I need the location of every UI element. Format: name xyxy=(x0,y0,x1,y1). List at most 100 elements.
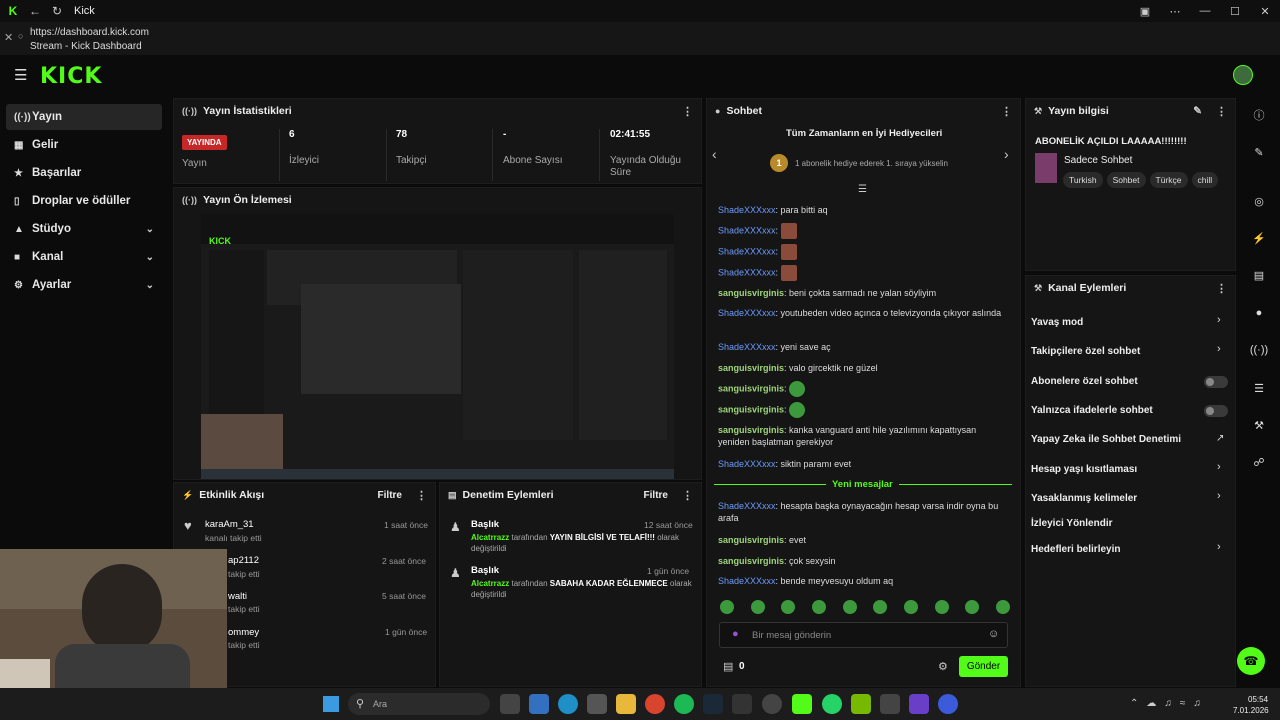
share-icon[interactable]: ☍ xyxy=(1248,451,1270,473)
app-icon[interactable] xyxy=(732,694,752,714)
chat-username[interactable]: sanguisvirginis xyxy=(718,425,784,435)
action-account-age[interactable]: Hesap yaşı kısıtlaması xyxy=(1031,464,1137,475)
subscribers-only-toggle[interactable] xyxy=(1204,376,1228,388)
emotes-only-toggle[interactable] xyxy=(1204,405,1228,417)
chat-username[interactable]: ShadeXXXxxx xyxy=(718,246,776,256)
action-slow-mode[interactable]: Yavaş mod xyxy=(1031,317,1083,328)
chat-username[interactable]: sanguisvirginis xyxy=(718,535,784,545)
url-text[interactable]: https://dashboard.kick.com xyxy=(30,27,149,38)
emote-icon[interactable] xyxy=(781,600,796,614)
store-app-icon[interactable] xyxy=(587,694,607,714)
sidebar-item-yayin[interactable]: ((·)) Yayın xyxy=(6,104,162,130)
external-link-icon[interactable]: ↗ xyxy=(1216,433,1224,444)
filter-button[interactable]: Filtre xyxy=(644,490,668,501)
action-banned-words[interactable]: Yasaklanmış kelimeler xyxy=(1031,493,1137,504)
action-raid[interactable]: İzleyici Yönlendir xyxy=(1031,518,1113,529)
chat-username[interactable]: ShadeXXXxxx xyxy=(718,459,776,469)
more-options-icon[interactable]: ⋮ xyxy=(416,489,427,502)
action-goals[interactable]: Hedefleri belirleyin xyxy=(1031,544,1120,555)
emote-icon[interactable] xyxy=(965,600,980,614)
tag[interactable]: chill xyxy=(1191,172,1219,188)
support-icon[interactable]: ☎ xyxy=(1237,647,1265,675)
send-button[interactable]: Gönder xyxy=(959,656,1008,677)
chevron-right-icon[interactable]: › xyxy=(1217,343,1221,355)
chat-username[interactable]: ShadeXXXxxx xyxy=(718,501,776,511)
chat-username[interactable]: ShadeXXXxxx xyxy=(718,576,776,586)
app-icon[interactable] xyxy=(938,694,958,714)
reload-icon[interactable]: ↻ xyxy=(48,2,66,20)
chat-username[interactable]: sanguisvirginis xyxy=(718,404,784,414)
nvidia-icon[interactable] xyxy=(851,694,871,714)
chrome-icon[interactable] xyxy=(645,694,665,714)
chat-input[interactable]: ● Bir mesaj gönderin ☺ xyxy=(719,622,1008,648)
back-icon[interactable]: ← xyxy=(26,2,44,20)
folder-icon[interactable] xyxy=(616,694,636,714)
close-icon[interactable]: ✕ xyxy=(4,31,13,44)
sidebar-item-ayarlar[interactable]: ⚙ Ayarlar ⌄ xyxy=(6,272,162,298)
chevron-left-icon[interactable]: ‹ xyxy=(712,146,717,162)
activity-name[interactable]: karaAm_31 xyxy=(205,519,254,530)
clock-time[interactable]: 05:54 xyxy=(1248,695,1268,704)
edge-icon[interactable] xyxy=(558,694,578,714)
chat-bubble-icon[interactable]: ● xyxy=(1248,302,1270,324)
tag[interactable]: Türkçe xyxy=(1149,172,1188,188)
action-followers-only[interactable]: Takipçilere özel sohbet xyxy=(1031,346,1140,357)
tag[interactable]: Turkish xyxy=(1063,172,1103,188)
emote-icon[interactable] xyxy=(873,600,888,614)
tag[interactable]: Sohbet xyxy=(1106,172,1146,188)
sidebar-item-studyo[interactable]: ▲ Stüdyo ⌄ xyxy=(6,216,162,242)
taskbar-search[interactable]: ⚲ Ara xyxy=(348,693,490,715)
mod-user[interactable]: Alcatrrazz xyxy=(471,533,509,542)
sidebar-item-droplar[interactable]: ▯ Droplar ve ödüller xyxy=(6,188,162,214)
chevron-right-icon[interactable]: › xyxy=(1217,541,1221,553)
sidebar-item-basarilar[interactable]: ★ Başarılar xyxy=(6,160,162,186)
activity-name[interactable]: ap2112 xyxy=(228,555,259,566)
store-icon[interactable]: ▤ xyxy=(723,660,733,673)
emote-icon[interactable] xyxy=(995,600,1010,614)
avatar[interactable] xyxy=(1233,65,1253,85)
sidebar-item-gelir[interactable]: ▦ Gelir xyxy=(6,132,162,158)
widgets-icon[interactable] xyxy=(529,694,549,714)
whatsapp-icon[interactable] xyxy=(822,694,842,714)
activity-name[interactable]: ommey xyxy=(228,627,259,638)
minimize-button[interactable]: — xyxy=(1190,0,1220,22)
more-options-icon[interactable]: ⋮ xyxy=(1001,105,1012,118)
chat-username[interactable]: sanguisvirginis xyxy=(718,288,784,298)
emote-icon[interactable] xyxy=(811,600,826,614)
maximize-button[interactable]: ☐ xyxy=(1220,0,1250,22)
chevron-right-icon[interactable]: › xyxy=(1217,314,1221,326)
menu-dots-icon[interactable]: ⋯ xyxy=(1160,0,1190,22)
spotify-icon[interactable] xyxy=(674,694,694,714)
wrench-icon[interactable]: ⚒ xyxy=(1248,414,1270,436)
clipboard-icon[interactable]: ▤ xyxy=(1248,264,1270,286)
chevron-right-icon[interactable]: › xyxy=(1217,490,1221,502)
chat-username[interactable]: sanguisvirginis xyxy=(718,383,784,393)
chat-username[interactable]: ShadeXXXxxx xyxy=(718,267,776,277)
close-window-button[interactable]: ✕ xyxy=(1250,0,1280,22)
app-icon[interactable] xyxy=(909,694,929,714)
windows-start-icon[interactable] xyxy=(323,696,339,712)
record-icon[interactable]: ◎ xyxy=(1248,190,1270,212)
steam-icon[interactable] xyxy=(703,694,723,714)
emote-icon[interactable] xyxy=(842,600,857,614)
chat-username[interactable]: ShadeXXXxxx xyxy=(718,205,776,215)
task-view-icon[interactable] xyxy=(500,694,520,714)
chat-username[interactable]: ShadeXXXxxx xyxy=(718,308,776,318)
app-icon[interactable] xyxy=(880,694,900,714)
emote-icon[interactable] xyxy=(934,600,949,614)
emote-icon[interactable] xyxy=(750,600,765,614)
more-options-icon[interactable]: ⋮ xyxy=(1216,282,1227,295)
extensions-icon[interactable]: ▣ xyxy=(1130,0,1160,22)
chat-username[interactable]: ShadeXXXxxx xyxy=(718,342,776,352)
emote-icon[interactable] xyxy=(720,600,734,614)
info-icon[interactable]: ⓘ xyxy=(1248,104,1270,126)
activity-name[interactable]: walti xyxy=(228,591,247,602)
category-name[interactable]: Sadece Sohbet xyxy=(1064,155,1132,166)
chevron-right-icon[interactable]: › xyxy=(1004,146,1009,162)
mod-user[interactable]: Alcatrrazz xyxy=(471,579,509,588)
kick-logo[interactable]: KICK xyxy=(40,64,102,89)
bolt-icon[interactable]: ⚡ xyxy=(1248,227,1270,249)
sidebar-item-kanal[interactable]: ■ Kanal ⌄ xyxy=(6,244,162,270)
more-options-icon[interactable]: ⋮ xyxy=(682,489,693,502)
chat-username[interactable]: ShadeXXXxxx xyxy=(718,225,776,235)
